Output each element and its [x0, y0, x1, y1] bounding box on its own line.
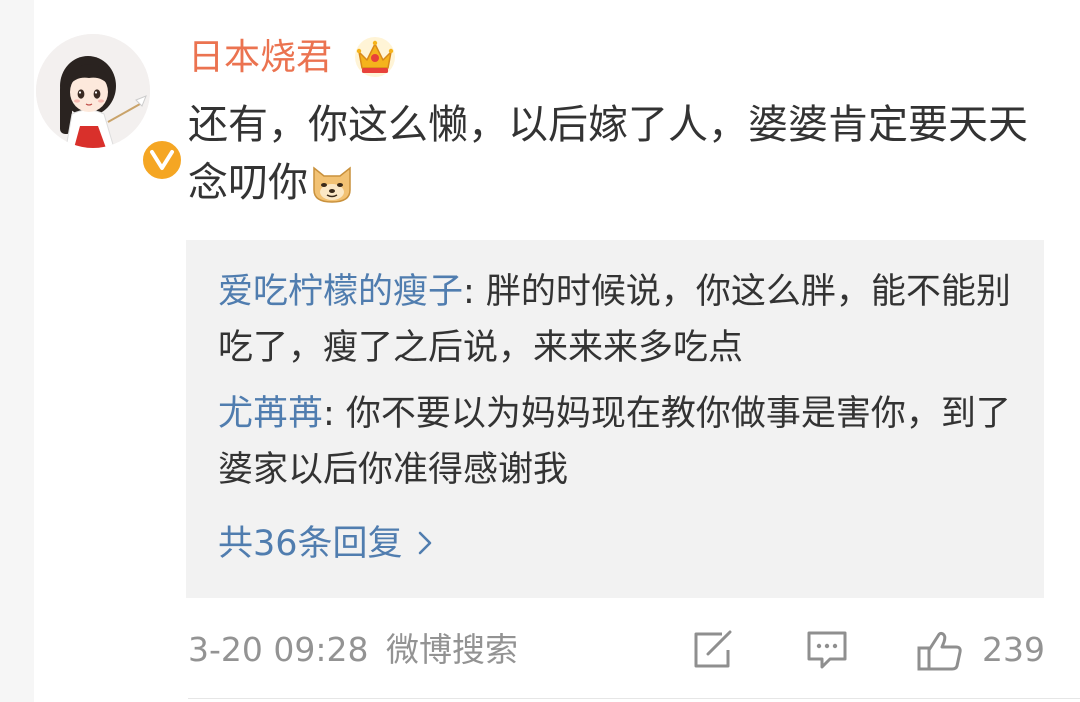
doge-emoji-icon	[313, 166, 351, 203]
forward-icon[interactable]	[692, 630, 734, 670]
like-thumbs-up-icon[interactable]	[916, 630, 964, 672]
reply-author[interactable]: 爱吃柠檬的瘦子	[218, 272, 463, 312]
reply-item[interactable]: 尤苒苒: 你不要以为妈妈现在教你做事是害你，到了婆家以后你准得感谢我	[218, 386, 1018, 498]
avatar-image	[36, 34, 150, 148]
timestamp: 3-20 09:28	[188, 630, 369, 669]
avatar[interactable]	[36, 34, 184, 182]
reply-text: : 你不要以为妈妈现在教你做事是害你，到了婆家以后你准得感谢我	[218, 394, 1011, 490]
replies-panel: 爱吃柠檬的瘦子: 胖的时候说，你这么胖，能不能别吃了，瘦了之后说，来来来多吃点 …	[186, 240, 1044, 598]
chevron-right-icon	[418, 531, 431, 555]
like-count: 239	[982, 630, 1045, 669]
view-all-replies-label: 共36条回复	[218, 524, 403, 564]
username[interactable]: 日本烧君	[188, 34, 332, 82]
vip-crown-icon	[355, 37, 395, 77]
view-all-replies-link[interactable]: 共36条回复	[218, 516, 433, 572]
comment-body: 还有，你这么懒，以后嫁了人，婆婆肯定要天天念叨你	[188, 96, 1048, 212]
left-margin-strip	[0, 0, 34, 702]
reply-author[interactable]: 尤苒苒	[218, 394, 323, 434]
comment-footer: 3-20 09:28 微博搜索 239	[188, 622, 1048, 678]
verified-badge-icon	[140, 138, 184, 182]
source-label: 微博搜索	[386, 630, 518, 669]
comment-icon[interactable]	[806, 630, 848, 670]
divider	[188, 698, 1080, 699]
reply-item[interactable]: 爱吃柠檬的瘦子: 胖的时候说，你这么胖，能不能别吃了，瘦了之后说，来来来多吃点	[218, 264, 1018, 376]
